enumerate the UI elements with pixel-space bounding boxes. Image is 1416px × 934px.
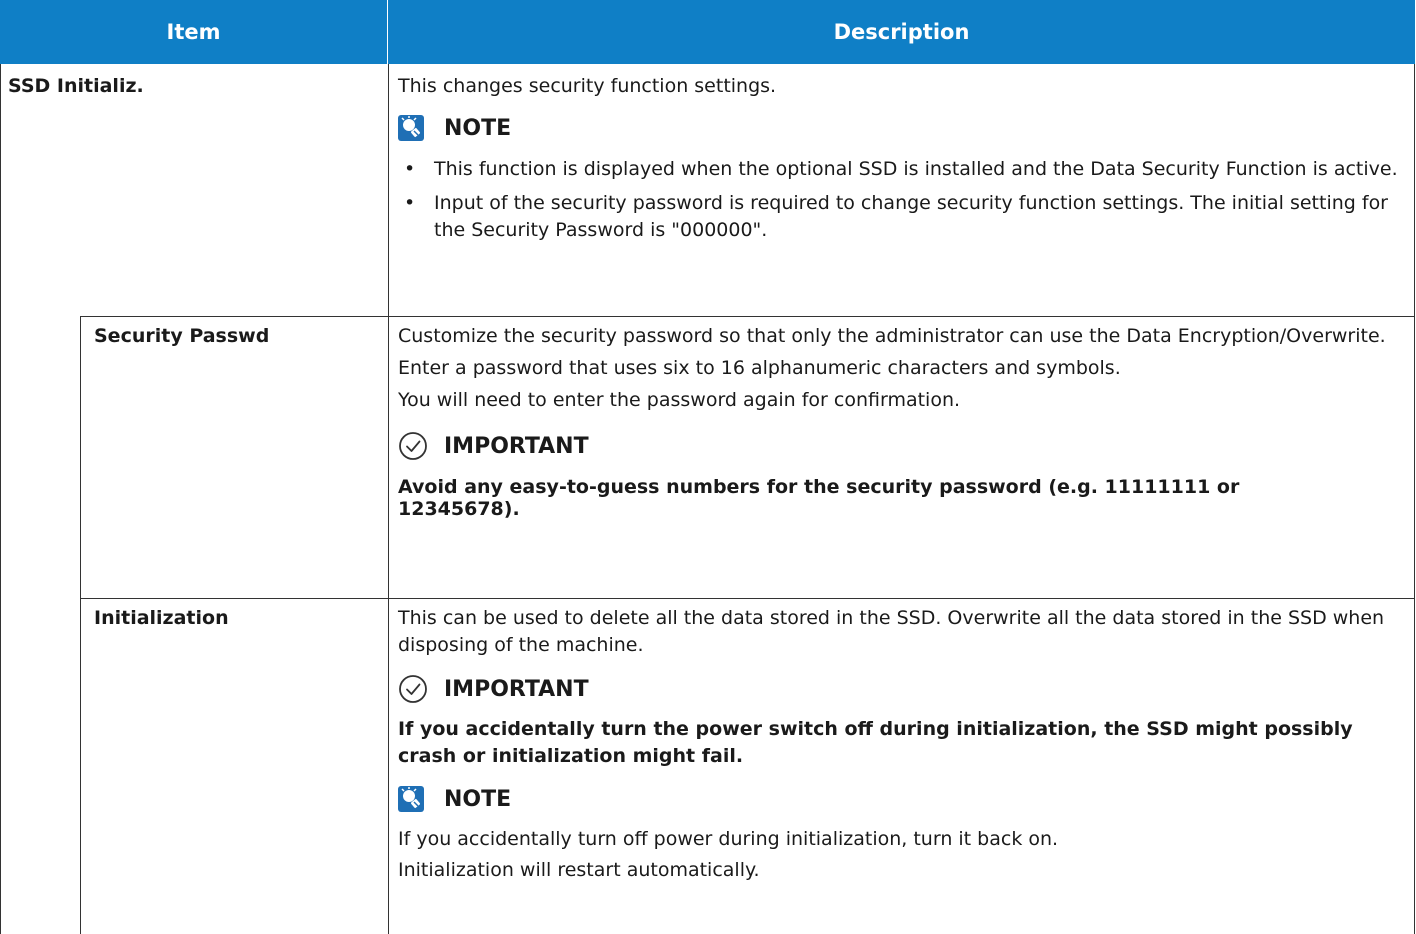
table-border-right: [1414, 64, 1415, 934]
description-text: Enter a password that uses six to 16 alp…: [398, 357, 1121, 379]
note-heading: NOTE: [398, 113, 1398, 143]
note-text: If you accidentally turn off power durin…: [398, 828, 1059, 850]
check-circle-icon: [398, 674, 428, 704]
bullet-dot: •: [404, 158, 416, 180]
item-label-initialization: Initialization: [94, 607, 229, 629]
description-text: Customize the security password so that …: [398, 325, 1386, 347]
subitem-indent-line: [80, 316, 81, 934]
description-initialization: This can be used to delete all the data …: [398, 605, 1398, 884]
lightbulb-note-icon: [398, 786, 424, 812]
description-text: You will need to enter the password agai…: [398, 389, 961, 411]
column-header-description: Description: [388, 0, 1415, 64]
description-security-passwd: Customize the security password so that …: [398, 323, 1398, 520]
note-heading: NOTE: [398, 784, 1398, 814]
list-item: • Input of the security password is requ…: [398, 190, 1398, 244]
item-label-ssd-initializ: SSD Initializ.: [8, 75, 144, 97]
description-text: This can be used to delete all the data …: [398, 607, 1385, 656]
item-description-divider: [388, 64, 389, 934]
row-divider-ssd: [80, 316, 1415, 317]
important-heading: IMPORTANT: [398, 674, 1398, 704]
lightbulb-note-icon: [398, 115, 424, 141]
description-text: This changes security function settings.: [398, 75, 777, 97]
note-title: NOTE: [444, 115, 512, 141]
description-ssd-initializ: This changes security function settings.…: [398, 73, 1398, 244]
important-title: IMPORTANT: [444, 433, 589, 459]
bullet-text: This function is displayed when the opti…: [434, 158, 1398, 180]
important-text: Avoid any easy-to-guess numbers for the …: [398, 476, 1240, 520]
bullet-dot: •: [404, 192, 416, 214]
note-title: NOTE: [444, 786, 512, 812]
important-heading: IMPORTANT: [398, 431, 1398, 461]
column-header-item: Item: [0, 0, 388, 64]
note-bullet-list: • This function is displayed when the op…: [398, 156, 1398, 244]
note-text: Initialization will restart automaticall…: [398, 859, 760, 881]
item-label-security-passwd: Security Passwd: [94, 325, 270, 347]
list-item: • This function is displayed when the op…: [398, 156, 1398, 183]
important-title: IMPORTANT: [444, 676, 589, 702]
check-circle-icon: [398, 431, 428, 461]
table-border-left: [0, 64, 1, 934]
row-divider-security: [80, 598, 1415, 599]
bullet-text: Input of the security password is requir…: [434, 192, 1388, 241]
important-text: If you accidentally turn the power switc…: [398, 718, 1353, 767]
settings-table: Item Description SSD Initializ. Security…: [0, 0, 1415, 934]
